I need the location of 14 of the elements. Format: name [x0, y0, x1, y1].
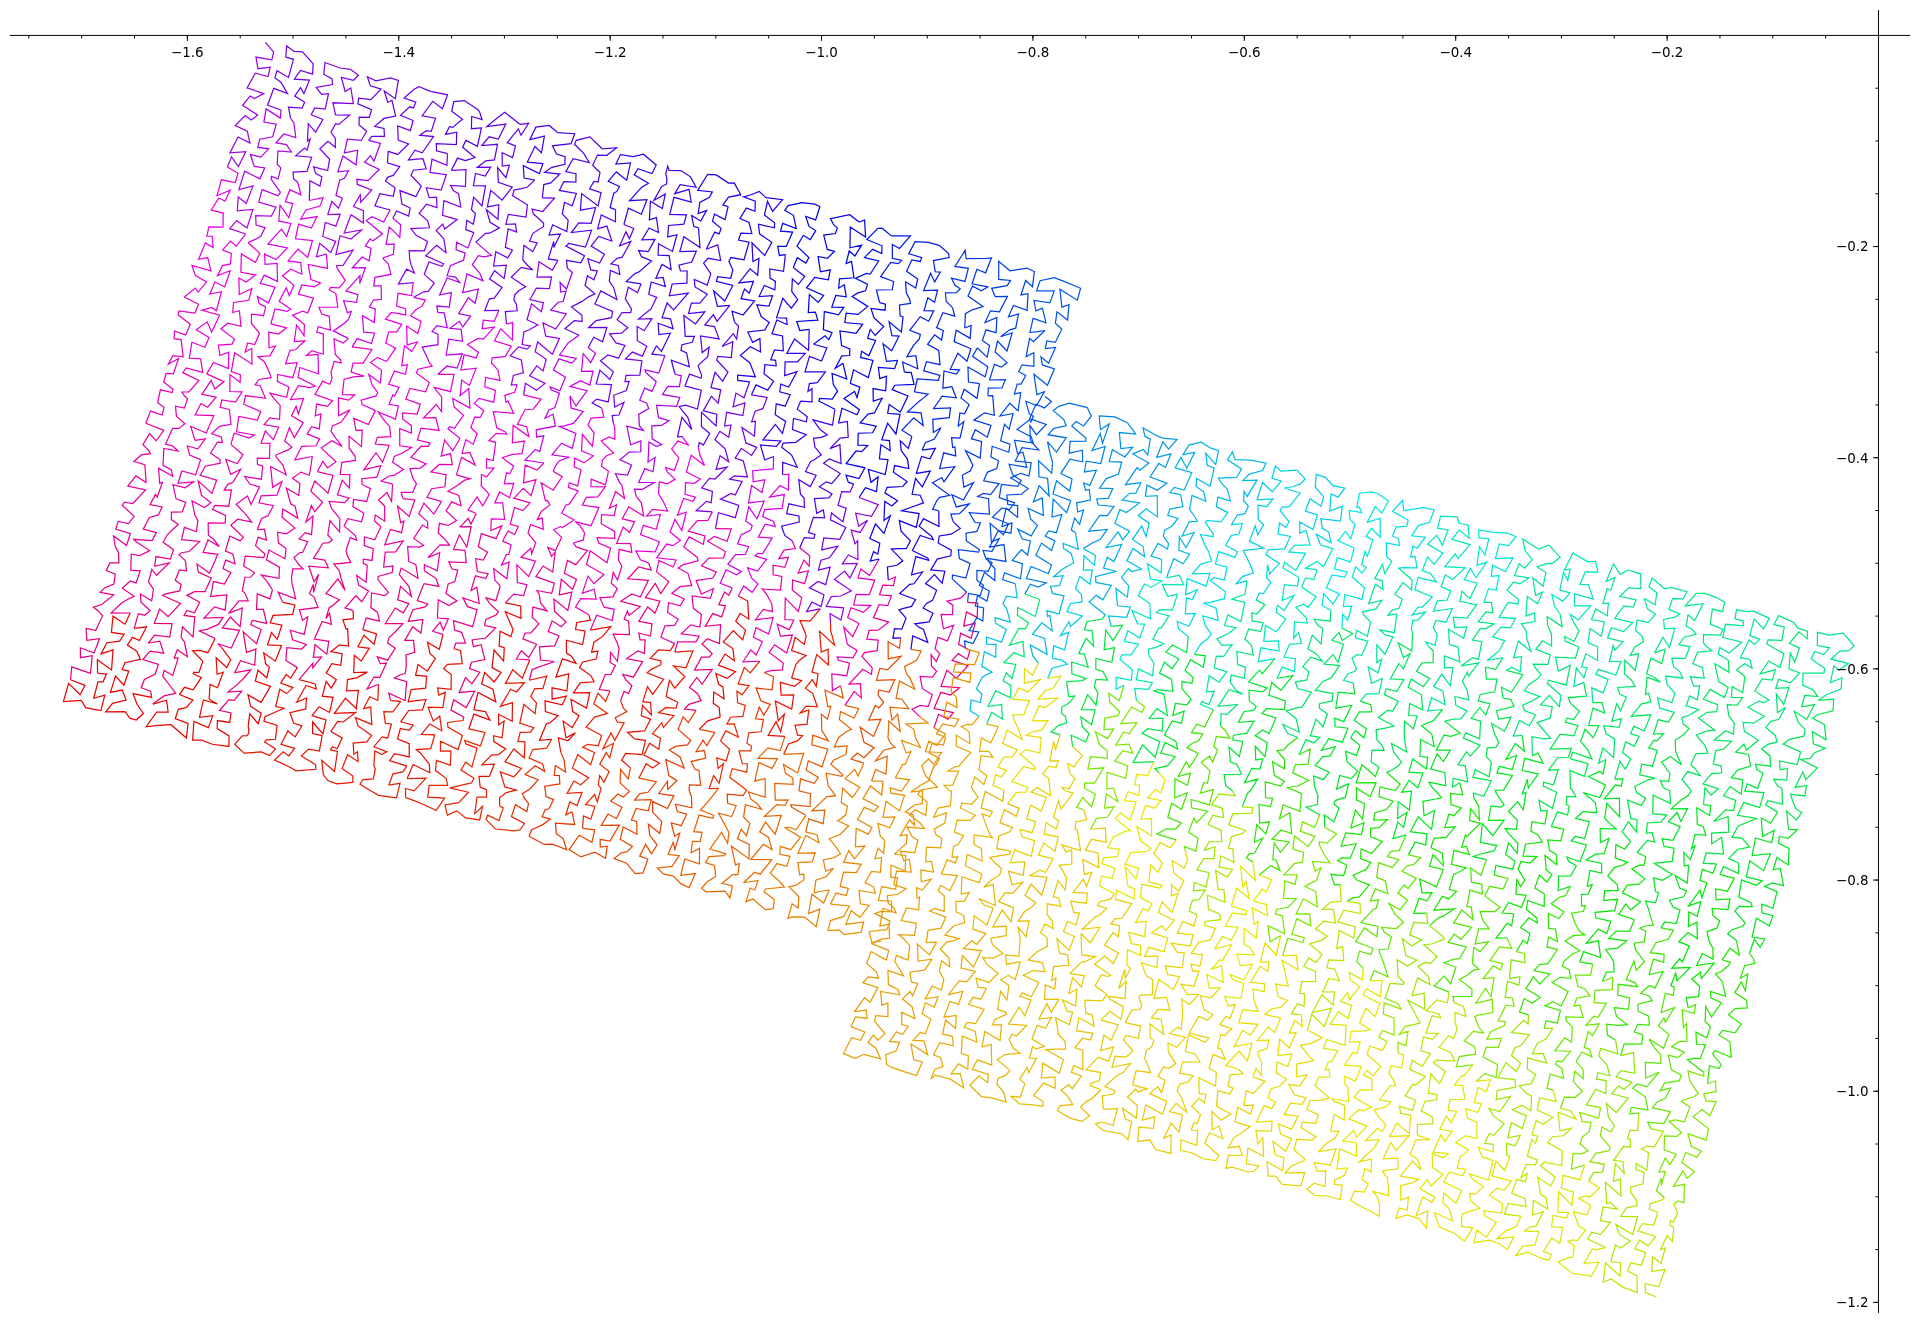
x-tick-label: −0.2	[1650, 45, 1684, 61]
y-tick-label: −0.2	[1836, 239, 1869, 255]
x-tick-label: −0.4	[1439, 45, 1473, 61]
y-tick-label: −0.4	[1836, 450, 1869, 466]
x-tick-label: −1.0	[805, 45, 838, 61]
x-tick-label: −1.6	[171, 45, 204, 61]
y-tick-label: −1.2	[1836, 1295, 1869, 1311]
x-tick-label: −1.4	[382, 45, 416, 61]
x-tick-label: −1.2	[593, 45, 627, 61]
y-tick-label: −0.6	[1836, 661, 1869, 677]
x-tick-label: −0.6	[1228, 45, 1261, 61]
y-tick-label: −1.0	[1836, 1084, 1869, 1100]
y-tick-label: −0.8	[1836, 872, 1869, 888]
x-tick-label: −0.8	[1016, 45, 1050, 61]
